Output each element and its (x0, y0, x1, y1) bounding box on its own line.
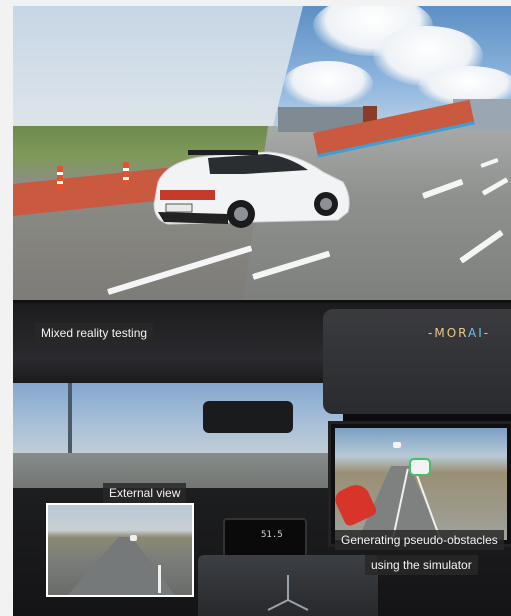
sim-vehicle-white (411, 460, 429, 474)
inset-vehicle (130, 535, 137, 541)
brand-part2: AI (468, 326, 484, 340)
windshield-view (13, 375, 343, 465)
traffic-cone (57, 166, 63, 190)
sim-vehicle-white-far (393, 442, 401, 448)
label-mixed-reality-testing: Mixed reality testing (35, 323, 154, 343)
brand-part1: MOR (434, 326, 468, 340)
simulator-monitor (328, 421, 511, 547)
label-external-view: External view (103, 483, 187, 503)
power-pylon (68, 383, 72, 453)
label-using-simulator: using the simulator (365, 555, 478, 575)
dash-readout: 51.5 (261, 530, 283, 540)
mixed-reality-cabin-scene: 51.5 Mixed reality testing External view… (13, 303, 511, 616)
inset-lane-line (158, 565, 161, 593)
device-case (198, 555, 378, 616)
image-frame: 51.5 Mixed reality testing External view… (13, 6, 511, 616)
external-view-inset (46, 503, 194, 597)
overhead-console (323, 309, 511, 414)
test-vehicle (153, 150, 350, 228)
label-pseudo-obstacles: Generating pseudo-obstacles (335, 530, 504, 550)
real-sky (13, 6, 313, 146)
real-vs-sim-road-scene (13, 6, 511, 300)
simulator-screen (335, 428, 507, 540)
rearview-mirror (203, 401, 293, 433)
morai-logo: -MORAI- (428, 326, 490, 340)
star-logo-icon (267, 575, 309, 611)
traffic-cone (123, 162, 129, 186)
brand-suffix: - (483, 326, 491, 340)
